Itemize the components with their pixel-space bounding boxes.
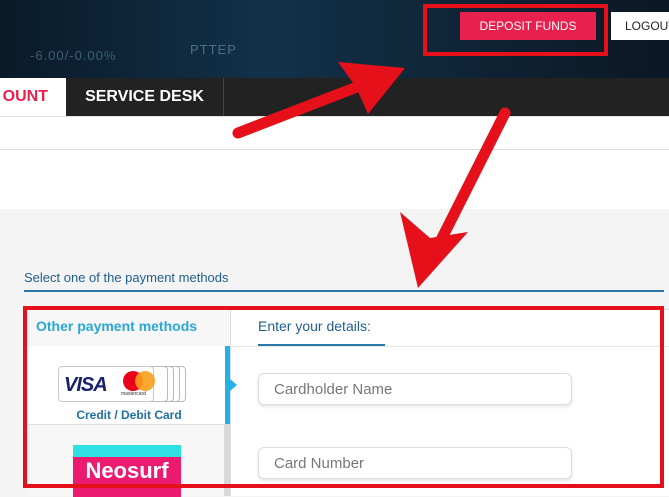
- arrow-to-form-icon: [400, 107, 511, 288]
- annotation-arrows: [232, 62, 511, 288]
- arrow-to-deposit-icon: [232, 62, 405, 139]
